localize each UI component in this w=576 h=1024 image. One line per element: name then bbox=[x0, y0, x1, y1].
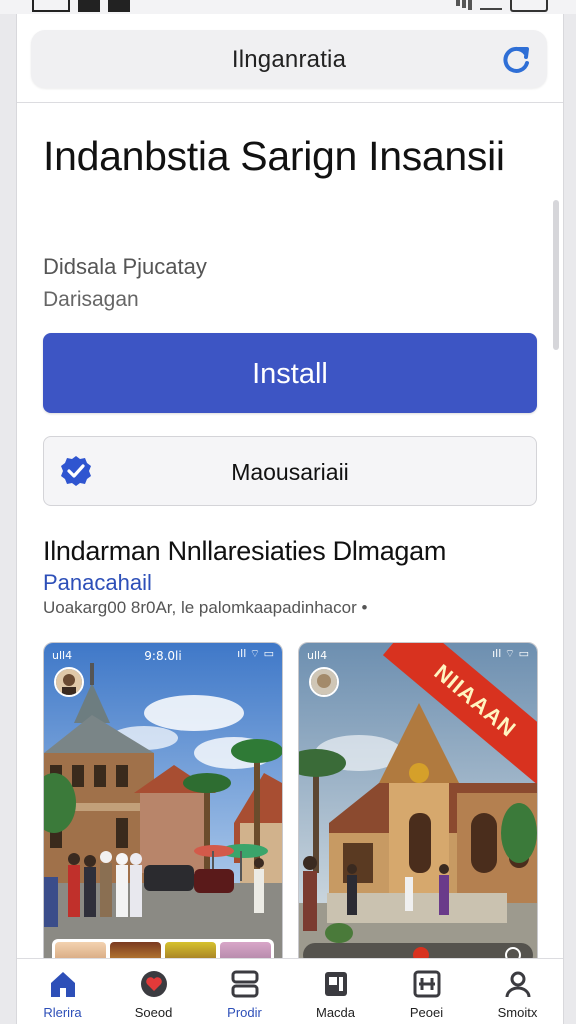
app-icon bbox=[108, 0, 130, 12]
nav-item-apps[interactable]: Peoei bbox=[381, 959, 472, 1024]
scrollbar[interactable] bbox=[553, 200, 559, 350]
status-icons-left bbox=[32, 0, 130, 12]
apps-icon bbox=[413, 970, 440, 998]
screenshot-1[interactable]: ull4 9:8.0li ıll ⌔ ▭ bbox=[43, 642, 283, 974]
signal-icon bbox=[456, 0, 472, 10]
screenshot-status-right: ıll ⌔ ▭ bbox=[492, 647, 529, 660]
app-title: Indanbstia Sarign Insansii bbox=[43, 133, 505, 179]
home-icon bbox=[50, 972, 75, 997]
developer-name[interactable]: Didsala Pjucatay bbox=[43, 254, 207, 280]
heart-icon bbox=[140, 971, 167, 997]
bottom-navigation: Rlerira Soeod Prodir Macda Peoei Smoitx bbox=[17, 958, 563, 1024]
reload-icon[interactable] bbox=[499, 43, 533, 77]
section-title: Ilndarman Nnllaresiaties Dlmagam bbox=[43, 536, 447, 566]
nav-item-media[interactable]: Macda bbox=[290, 959, 381, 1024]
header-divider bbox=[17, 102, 563, 103]
screenshot-status-right: ıll ⌔ ▭ bbox=[237, 647, 274, 660]
app-icon bbox=[78, 0, 100, 12]
avatar bbox=[54, 667, 84, 697]
nav-label: Rlerira bbox=[43, 1005, 82, 1020]
screenshot-2[interactable]: ull4 PlD 8 ıll ⌔ ▭ NIIAAAN bbox=[298, 642, 538, 974]
secondary-action-button[interactable]: Maousariaii bbox=[43, 436, 537, 506]
install-button[interactable]: Install bbox=[43, 333, 537, 413]
wifi-icon bbox=[480, 0, 502, 10]
library-icon bbox=[231, 970, 258, 998]
nav-label: Smoitx bbox=[497, 1005, 538, 1020]
media-icon bbox=[324, 972, 347, 996]
secondary-action-label: Maousariaii bbox=[231, 459, 349, 485]
avatar bbox=[309, 667, 339, 697]
address-bar[interactable]: Ilnganratia bbox=[31, 30, 547, 88]
nav-item-saved[interactable]: Soeod bbox=[108, 959, 199, 1024]
system-status-bar bbox=[0, 0, 576, 14]
app-store-page: Ilnganratia Indanbstia Sarign Insansii D… bbox=[16, 14, 564, 1024]
nav-label: Soeod bbox=[134, 1005, 173, 1020]
address-bar-title: Ilnganratia bbox=[231, 46, 347, 73]
nav-label: Macda bbox=[315, 1005, 356, 1020]
app-category: Darisagan bbox=[43, 288, 139, 311]
nav-item-home[interactable]: Rlerira bbox=[17, 959, 108, 1024]
notification-icon bbox=[32, 0, 70, 12]
nav-label: Peoei bbox=[409, 1005, 444, 1020]
section-link[interactable]: Panacahail bbox=[43, 570, 152, 596]
battery-icon bbox=[510, 0, 548, 12]
nav-item-library[interactable]: Prodir bbox=[199, 959, 290, 1024]
status-icons-right bbox=[456, 0, 548, 12]
nav-item-profile[interactable]: Smoitx bbox=[472, 959, 563, 1024]
nav-label: Prodir bbox=[227, 1005, 262, 1020]
section-description: Uoakarg00 8r0Ar, le palomkaapadinhacor • bbox=[43, 598, 368, 617]
profile-icon bbox=[505, 971, 530, 998]
